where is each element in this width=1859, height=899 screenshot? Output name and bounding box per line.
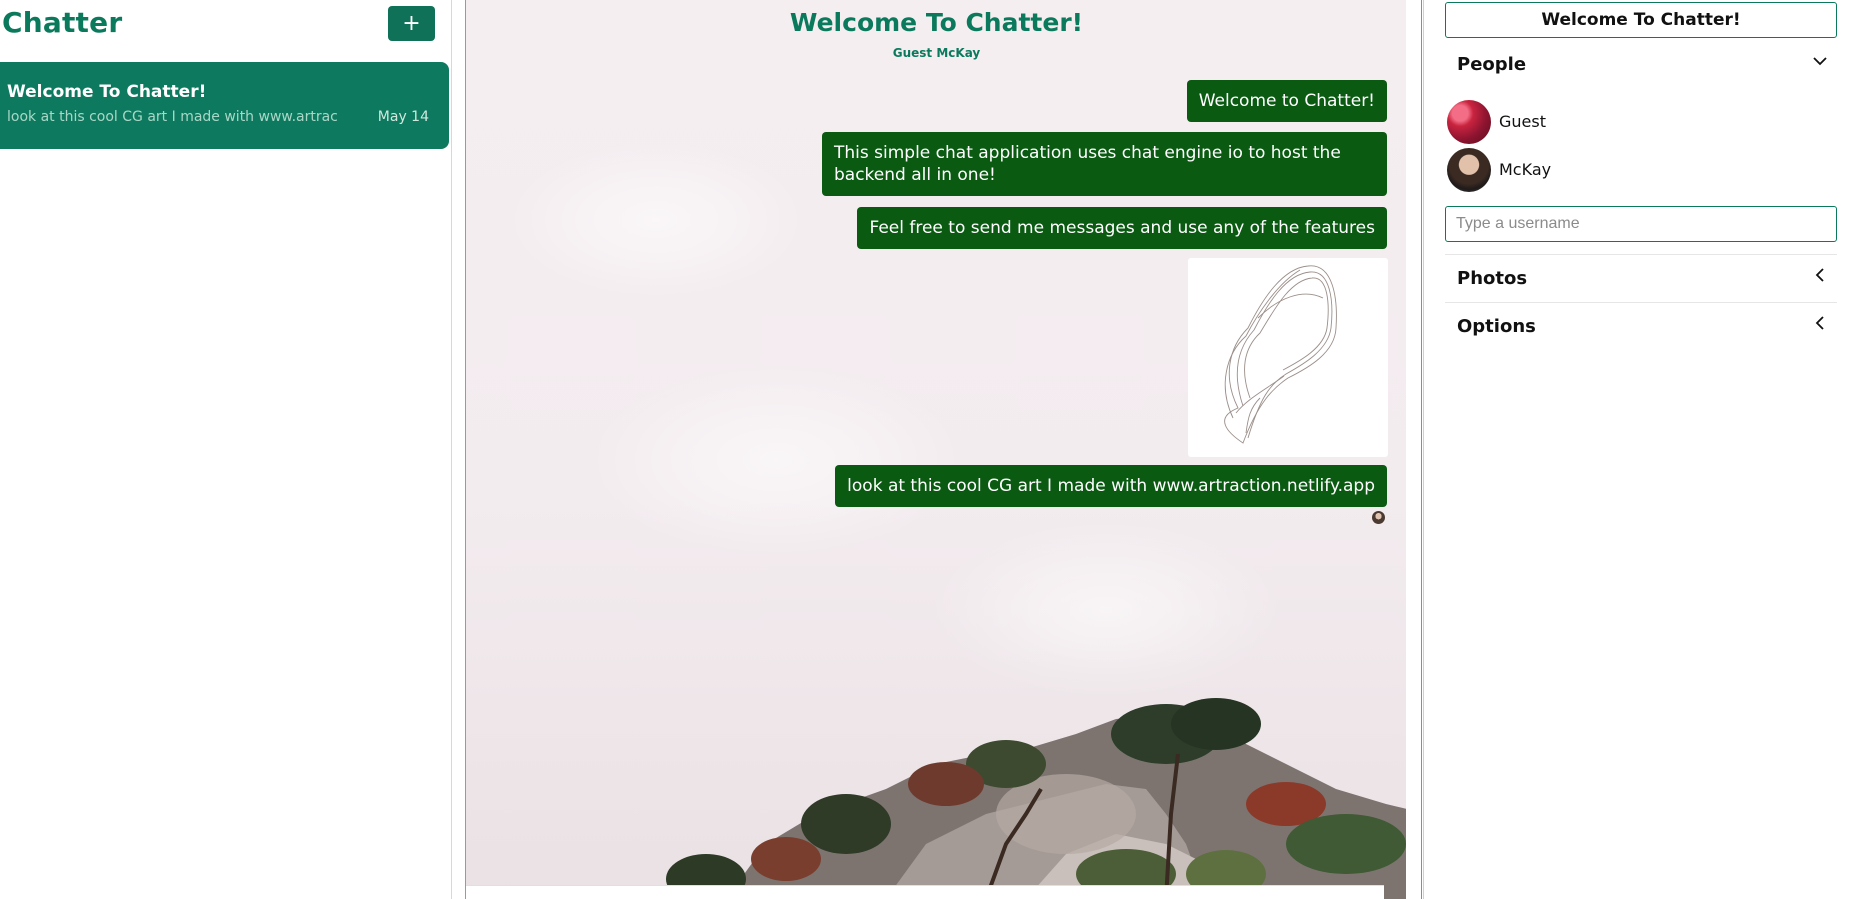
person-row[interactable]: McKay <box>1447 148 1747 192</box>
chat-card-last-message: look at this cool CG art I made with www… <box>7 109 337 125</box>
section-divider <box>1445 302 1837 303</box>
chat-title: Welcome To Chatter! <box>789 8 1084 37</box>
options-section-label: Options <box>1457 316 1536 337</box>
chat-participants: Guest McKay <box>892 46 981 60</box>
chat-list-sidebar: Chatter + Welcome To Chatter! look at th… <box>0 0 452 899</box>
chat-card-title: Welcome To Chatter! <box>7 82 207 102</box>
message-bubble: Feel free to send me messages and use an… <box>857 207 1387 249</box>
plus-icon: + <box>402 11 421 36</box>
chevron-left-icon <box>1815 316 1824 330</box>
chat-card[interactable]: Welcome To Chatter! look at this cool CG… <box>0 62 449 149</box>
people-section-label: People <box>1457 54 1527 75</box>
chat-settings-panel: Welcome To Chatter! People Guest McKay P… <box>1423 0 1859 899</box>
message-composer[interactable] <box>466 885 1384 899</box>
chat-card-date: May 14 <box>377 109 429 125</box>
message-bubble: look at this cool CG art I made with www… <box>835 465 1387 507</box>
avatar <box>1447 148 1491 192</box>
feed-divider <box>1421 0 1422 899</box>
message-image[interactable] <box>1188 258 1388 457</box>
options-section-toggle[interactable]: Options <box>1445 306 1837 350</box>
app-title: Chatter <box>2 6 123 39</box>
chevron-down-icon <box>1813 57 1827 66</box>
new-chat-button[interactable]: + <box>388 6 435 41</box>
background-cloud <box>506 140 806 300</box>
chat-feed: Welcome To Chatter! Guest McKay Welcome … <box>465 0 1406 899</box>
message-bubble: This simple chat application uses chat e… <box>822 132 1387 196</box>
person-name: McKay <box>1499 160 1552 179</box>
person-row[interactable]: Guest <box>1447 100 1747 144</box>
chat-app: Chatter + Welcome To Chatter! look at th… <box>0 0 1859 899</box>
background-cloud <box>586 360 966 560</box>
photos-section-label: Photos <box>1457 268 1528 289</box>
chevron-left-icon <box>1815 268 1824 282</box>
settings-chat-title[interactable]: Welcome To Chatter! <box>1445 2 1837 38</box>
avatar <box>1447 100 1491 144</box>
section-divider <box>1445 254 1837 255</box>
cg-art-sketch <box>1224 265 1337 444</box>
message-bubble: Welcome to Chatter! <box>1186 80 1387 122</box>
background-landscape <box>666 698 1406 899</box>
photos-section-toggle[interactable]: Photos <box>1445 258 1837 302</box>
add-username-input[interactable] <box>1445 206 1837 242</box>
background-cloud <box>926 520 1286 700</box>
person-name: Guest <box>1499 112 1546 131</box>
people-section-toggle[interactable]: People <box>1445 44 1837 88</box>
read-receipt-avatar <box>1372 511 1385 524</box>
